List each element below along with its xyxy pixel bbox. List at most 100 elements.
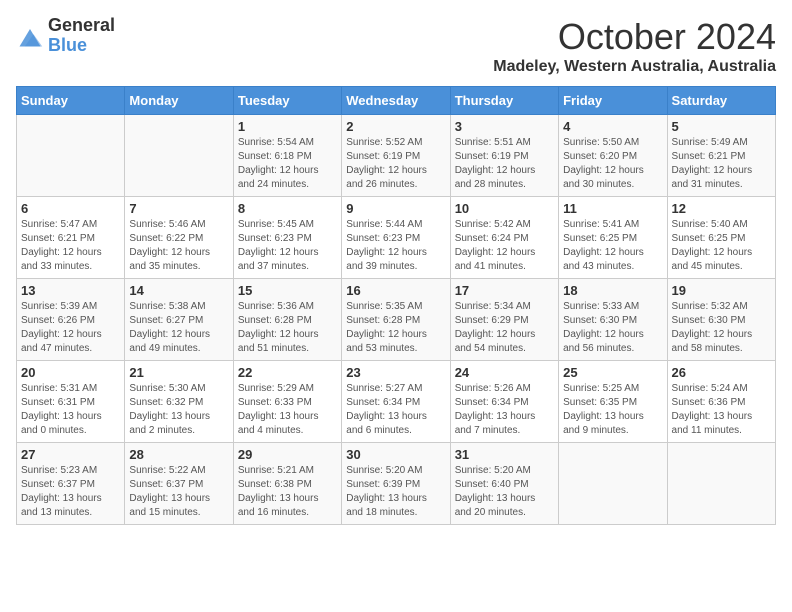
- calendar-cell: [17, 115, 125, 197]
- cell-content: Sunrise: 5:33 AM Sunset: 6:30 PM Dayligh…: [563, 300, 662, 356]
- day-number: 29: [238, 447, 337, 462]
- cell-content: Sunrise: 5:42 AM Sunset: 6:24 PM Dayligh…: [455, 218, 554, 274]
- cell-content: Sunrise: 5:31 AM Sunset: 6:31 PM Dayligh…: [21, 382, 120, 438]
- cell-content: Sunrise: 5:26 AM Sunset: 6:34 PM Dayligh…: [455, 382, 554, 438]
- calendar-cell: 17 Sunrise: 5:34 AM Sunset: 6:29 PM Dayli…: [450, 279, 558, 361]
- day-number: 7: [129, 201, 228, 216]
- day-number: 21: [129, 365, 228, 380]
- day-number: 9: [346, 201, 445, 216]
- day-number: 18: [563, 283, 662, 298]
- cell-content: Sunrise: 5:25 AM Sunset: 6:35 PM Dayligh…: [563, 382, 662, 438]
- day-number: 2: [346, 119, 445, 134]
- day-number: 27: [21, 447, 120, 462]
- calendar-cell: 16 Sunrise: 5:35 AM Sunset: 6:28 PM Dayli…: [342, 279, 450, 361]
- weekday-header-cell: Thursday: [450, 87, 558, 115]
- cell-content: Sunrise: 5:50 AM Sunset: 6:20 PM Dayligh…: [563, 136, 662, 192]
- calendar-cell: 26 Sunrise: 5:24 AM Sunset: 6:36 PM Dayli…: [667, 361, 775, 443]
- calendar-cell: 21Sunrise: 5:30 AM Sunset: 6:32 PM Dayli…: [125, 361, 233, 443]
- calendar-cell: 29 Sunrise: 5:21 AM Sunset: 6:38 PM Dayli…: [233, 443, 341, 525]
- calendar-cell: 9 Sunrise: 5:44 AM Sunset: 6:23 PM Daylig…: [342, 197, 450, 279]
- calendar-cell: 22Sunrise: 5:29 AM Sunset: 6:33 PM Dayli…: [233, 361, 341, 443]
- day-number: 19: [672, 283, 771, 298]
- weekday-header-cell: Saturday: [667, 87, 775, 115]
- logo-blue: Blue: [48, 36, 115, 56]
- day-number: 16: [346, 283, 445, 298]
- calendar-week-row: 6 Sunrise: 5:47 AM Sunset: 6:21 PM Daylig…: [17, 197, 776, 279]
- calendar-cell: 27 Sunrise: 5:23 AM Sunset: 6:37 PM Dayli…: [17, 443, 125, 525]
- calendar-cell: 1Sunrise: 5:54 AM Sunset: 6:18 PM Daylig…: [233, 115, 341, 197]
- cell-content: Sunrise: 5:45 AM Sunset: 6:23 PM Dayligh…: [238, 218, 337, 274]
- day-number: 6: [21, 201, 120, 216]
- calendar-cell: 12 Sunrise: 5:40 AM Sunset: 6:25 PM Dayli…: [667, 197, 775, 279]
- day-number: 15: [238, 283, 337, 298]
- cell-content: Sunrise: 5:46 AM Sunset: 6:22 PM Dayligh…: [129, 218, 228, 274]
- calendar-week-row: 13Sunrise: 5:39 AM Sunset: 6:26 PM Dayli…: [17, 279, 776, 361]
- cell-content: Sunrise: 5:23 AM Sunset: 6:37 PM Dayligh…: [21, 464, 120, 520]
- weekday-header-cell: Friday: [559, 87, 667, 115]
- cell-content: Sunrise: 5:52 AM Sunset: 6:19 PM Dayligh…: [346, 136, 445, 192]
- cell-content: Sunrise: 5:20 AM Sunset: 6:40 PM Dayligh…: [455, 464, 554, 520]
- day-number: 12: [672, 201, 771, 216]
- calendar-cell: 15 Sunrise: 5:36 AM Sunset: 6:28 PM Dayli…: [233, 279, 341, 361]
- cell-content: Sunrise: 5:54 AM Sunset: 6:18 PM Dayligh…: [238, 136, 337, 192]
- day-number: 31: [455, 447, 554, 462]
- calendar-cell: 24Sunrise: 5:26 AM Sunset: 6:34 PM Dayli…: [450, 361, 558, 443]
- day-number: 26: [672, 365, 771, 380]
- cell-content: Sunrise: 5:29 AM Sunset: 6:33 PM Dayligh…: [238, 382, 337, 438]
- calendar-cell: 20 Sunrise: 5:31 AM Sunset: 6:31 PM Dayli…: [17, 361, 125, 443]
- cell-content: Sunrise: 5:34 AM Sunset: 6:29 PM Dayligh…: [455, 300, 554, 356]
- cell-content: Sunrise: 5:49 AM Sunset: 6:21 PM Dayligh…: [672, 136, 771, 192]
- logo-general: General: [48, 16, 115, 36]
- day-number: 13: [21, 283, 120, 298]
- calendar-cell: 25Sunrise: 5:25 AM Sunset: 6:35 PM Dayli…: [559, 361, 667, 443]
- day-number: 17: [455, 283, 554, 298]
- logo-text: General Blue: [48, 16, 115, 56]
- day-number: 30: [346, 447, 445, 462]
- cell-content: Sunrise: 5:27 AM Sunset: 6:34 PM Dayligh…: [346, 382, 445, 438]
- calendar-cell: 23 Sunrise: 5:27 AM Sunset: 6:34 PM Dayli…: [342, 361, 450, 443]
- weekday-header-cell: Wednesday: [342, 87, 450, 115]
- cell-content: Sunrise: 5:32 AM Sunset: 6:30 PM Dayligh…: [672, 300, 771, 356]
- day-number: 20: [21, 365, 120, 380]
- calendar-cell: [559, 443, 667, 525]
- cell-content: Sunrise: 5:35 AM Sunset: 6:28 PM Dayligh…: [346, 300, 445, 356]
- header: General Blue October 2024 Madeley, Weste…: [16, 16, 776, 76]
- calendar-cell: 19 Sunrise: 5:32 AM Sunset: 6:30 PM Dayli…: [667, 279, 775, 361]
- calendar-cell: [125, 115, 233, 197]
- day-number: 3: [455, 119, 554, 134]
- month-title: October 2024: [493, 16, 776, 58]
- weekday-header-row: SundayMondayTuesdayWednesdayThursdayFrid…: [17, 87, 776, 115]
- calendar-cell: 4Sunrise: 5:50 AM Sunset: 6:20 PM Daylig…: [559, 115, 667, 197]
- calendar-cell: 30Sunrise: 5:20 AM Sunset: 6:39 PM Dayli…: [342, 443, 450, 525]
- cell-content: Sunrise: 5:41 AM Sunset: 6:25 PM Dayligh…: [563, 218, 662, 274]
- logo-icon: [16, 22, 44, 50]
- title-area: October 2024 Madeley, Western Australia,…: [493, 16, 776, 76]
- calendar-body: 1Sunrise: 5:54 AM Sunset: 6:18 PM Daylig…: [17, 115, 776, 525]
- day-number: 28: [129, 447, 228, 462]
- calendar-cell: 8Sunrise: 5:45 AM Sunset: 6:23 PM Daylig…: [233, 197, 341, 279]
- calendar-cell: 2 Sunrise: 5:52 AM Sunset: 6:19 PM Daylig…: [342, 115, 450, 197]
- logo: General Blue: [16, 16, 115, 56]
- day-number: 10: [455, 201, 554, 216]
- cell-content: Sunrise: 5:47 AM Sunset: 6:21 PM Dayligh…: [21, 218, 120, 274]
- calendar-week-row: 1Sunrise: 5:54 AM Sunset: 6:18 PM Daylig…: [17, 115, 776, 197]
- calendar-cell: 31 Sunrise: 5:20 AM Sunset: 6:40 PM Dayli…: [450, 443, 558, 525]
- calendar-table: SundayMondayTuesdayWednesdayThursdayFrid…: [16, 86, 776, 525]
- calendar-cell: [667, 443, 775, 525]
- calendar-cell: 6 Sunrise: 5:47 AM Sunset: 6:21 PM Daylig…: [17, 197, 125, 279]
- calendar-cell: 14 Sunrise: 5:38 AM Sunset: 6:27 PM Dayli…: [125, 279, 233, 361]
- cell-content: Sunrise: 5:38 AM Sunset: 6:27 PM Dayligh…: [129, 300, 228, 356]
- cell-content: Sunrise: 5:36 AM Sunset: 6:28 PM Dayligh…: [238, 300, 337, 356]
- day-number: 23: [346, 365, 445, 380]
- cell-content: Sunrise: 5:44 AM Sunset: 6:23 PM Dayligh…: [346, 218, 445, 274]
- calendar-week-row: 20 Sunrise: 5:31 AM Sunset: 6:31 PM Dayli…: [17, 361, 776, 443]
- calendar-cell: 28Sunrise: 5:22 AM Sunset: 6:37 PM Dayli…: [125, 443, 233, 525]
- day-number: 14: [129, 283, 228, 298]
- calendar-week-row: 27 Sunrise: 5:23 AM Sunset: 6:37 PM Dayli…: [17, 443, 776, 525]
- weekday-header-cell: Sunday: [17, 87, 125, 115]
- calendar-cell: 11Sunrise: 5:41 AM Sunset: 6:25 PM Dayli…: [559, 197, 667, 279]
- cell-content: Sunrise: 5:21 AM Sunset: 6:38 PM Dayligh…: [238, 464, 337, 520]
- calendar-cell: 3Sunrise: 5:51 AM Sunset: 6:19 PM Daylig…: [450, 115, 558, 197]
- cell-content: Sunrise: 5:24 AM Sunset: 6:36 PM Dayligh…: [672, 382, 771, 438]
- cell-content: Sunrise: 5:40 AM Sunset: 6:25 PM Dayligh…: [672, 218, 771, 274]
